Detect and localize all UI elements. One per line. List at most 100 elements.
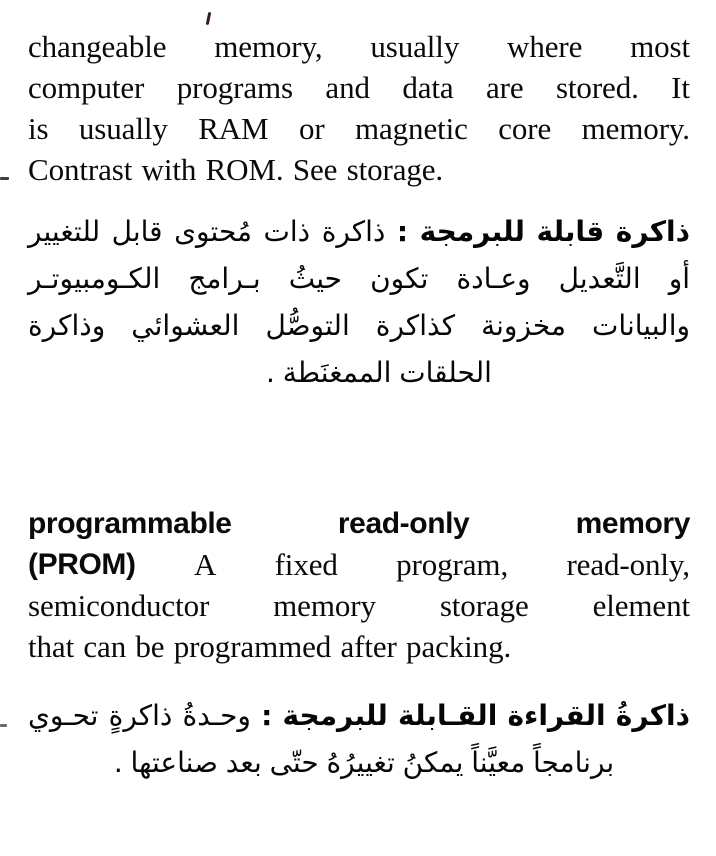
- arabic-word: والبيانات: [592, 309, 690, 342]
- english-line: semiconductor memory storage element: [28, 585, 690, 626]
- entry-prom-english: programmable read-only memory (PROM) A f…: [28, 503, 690, 667]
- english-line: changeable memory, usually where most: [28, 26, 690, 67]
- english-line: programmable read-only memory: [28, 503, 690, 544]
- arabic-headword-word: للبرمجة: [282, 699, 388, 732]
- english-line: is usually RAM or magnetic core memory.: [28, 108, 690, 149]
- word: memory,: [214, 29, 323, 64]
- word: that: [28, 629, 75, 664]
- word: Contrast: [28, 152, 133, 187]
- word: storage.: [346, 152, 444, 187]
- arabic-line: والبيانات مخزونة كذاكرة التوصُّل العشوائ…: [28, 302, 690, 349]
- word: RAM: [198, 111, 269, 146]
- arabic-word: الممغنَطة: [282, 356, 392, 389]
- arabic-word: حتّى: [269, 746, 319, 779]
- word: can: [83, 629, 127, 664]
- arabic-line: ذاكرة قابلة للبرمجة : ذاكرة ذات مُحتوى ق…: [28, 208, 690, 255]
- arabic-word: وعـادة: [456, 262, 531, 295]
- arabic-word: وذاكرة: [28, 309, 106, 342]
- headword-word: read-only: [337, 507, 470, 540]
- word: data: [402, 70, 454, 105]
- arabic-headword-word: قابلة: [536, 215, 605, 248]
- arabic-line: أو التَّعديل وعـادة تكون حيثُ بـرامج الك…: [28, 255, 690, 302]
- arabic-word: حيثُ: [288, 262, 342, 295]
- word: programs: [176, 70, 293, 105]
- apostrophe-speck-icon: [205, 11, 212, 26]
- arabic-headword-word: القراءة: [507, 699, 606, 732]
- word: magnetic: [354, 111, 468, 146]
- word: usually: [78, 111, 168, 146]
- dictionary-page: changeable memory, usually where most co…: [0, 0, 716, 856]
- arabic-word: بـرامج: [188, 262, 261, 295]
- arabic-word: كذاكرة: [375, 309, 456, 342]
- word: It: [671, 70, 690, 105]
- arabic-word: للتغيير: [28, 215, 101, 248]
- entry-programmable-memory-arabic: ذاكرة قابلة للبرمجة : ذاكرة ذات مُحتوى ق…: [28, 208, 690, 396]
- arabic-word: مُحتوى: [174, 215, 253, 248]
- word: stored.: [555, 70, 639, 105]
- arabic-headword-word: ذاكرةُ: [615, 699, 690, 732]
- word: are: [485, 70, 524, 105]
- word: or: [298, 111, 325, 146]
- arabic-headword-word: ذاكرة: [615, 215, 690, 248]
- word: See: [292, 152, 338, 187]
- arabic-word: تحـوي: [28, 699, 99, 732]
- word: ROM.: [205, 152, 284, 187]
- word: usually: [370, 29, 460, 64]
- word: A: [193, 547, 217, 582]
- word: with: [141, 152, 197, 187]
- headword-abbreviation: (PROM): [28, 548, 136, 581]
- word: and: [325, 70, 370, 105]
- arabic-headword-word: القـابلة: [398, 699, 498, 732]
- arabic-period: .: [113, 746, 123, 779]
- left-edge-dash-lower-icon: [0, 724, 7, 727]
- word: is: [28, 111, 49, 146]
- arabic-word: مخزونة: [481, 309, 566, 342]
- arabic-word: ذات: [263, 215, 311, 248]
- arabic-line: الحلقات الممغنَطة .: [28, 349, 690, 396]
- word: most: [630, 29, 690, 64]
- arabic-word: تكون: [370, 262, 429, 295]
- arabic-separator: :: [396, 215, 409, 248]
- arabic-word: تغييرُهُ: [326, 746, 395, 779]
- arabic-word: ذاكرة: [321, 215, 386, 248]
- left-edge-dash-icon: [0, 177, 9, 180]
- arabic-word: التوصُّل: [265, 309, 350, 342]
- arabic-line: برنامجاً معيَّناً يمكنُ تغييرُهُ حتّى بع…: [28, 739, 690, 786]
- entry-prom-arabic: ذاكرةُ القراءة القـابلة للبرمجة : وحـدةُ…: [28, 692, 690, 786]
- word: be: [135, 629, 165, 664]
- english-line: Contrast with ROM. See storage.: [28, 149, 690, 190]
- word: element: [592, 588, 691, 623]
- word: core: [498, 111, 552, 146]
- arabic-word: ذاكرةٍ: [108, 699, 173, 732]
- arabic-word: معيَّناً: [471, 746, 526, 779]
- word: read-only,: [566, 547, 690, 582]
- word: semiconductor: [28, 588, 210, 623]
- arabic-word: قابل: [111, 215, 163, 248]
- english-line: computer programs and data are stored. I…: [28, 67, 690, 108]
- arabic-word: يمكنُ: [402, 746, 464, 779]
- arabic-separator: :: [261, 699, 273, 732]
- arabic-word: أو: [668, 262, 690, 295]
- arabic-word: الحلقات: [399, 356, 492, 389]
- word: memory: [273, 588, 376, 623]
- word: after: [340, 629, 397, 664]
- word: storage: [439, 588, 529, 623]
- word: programmed: [173, 629, 332, 664]
- english-line: (PROM) A fixed program, read-only,: [28, 544, 690, 585]
- word: changeable: [28, 29, 167, 64]
- entry-programmable-memory-english: changeable memory, usually where most co…: [28, 26, 690, 190]
- word: computer: [28, 70, 145, 105]
- arabic-word: الكـومبيوتـر: [28, 262, 161, 295]
- word: fixed: [274, 547, 338, 582]
- word: where: [507, 29, 583, 64]
- arabic-word: صناعتها: [130, 746, 218, 779]
- arabic-word: برنامجاً: [533, 746, 615, 779]
- word: memory.: [581, 111, 690, 146]
- arabic-word: وحـدةُ: [182, 699, 251, 732]
- headword-word: programmable: [28, 507, 232, 540]
- arabic-word: التَّعديل: [558, 262, 641, 295]
- arabic-line: ذاكرةُ القراءة القـابلة للبرمجة : وحـدةُ…: [28, 692, 690, 739]
- word: packing.: [406, 629, 512, 664]
- arabic-headword-word: للبرمجة: [419, 215, 525, 248]
- word: program,: [396, 547, 509, 582]
